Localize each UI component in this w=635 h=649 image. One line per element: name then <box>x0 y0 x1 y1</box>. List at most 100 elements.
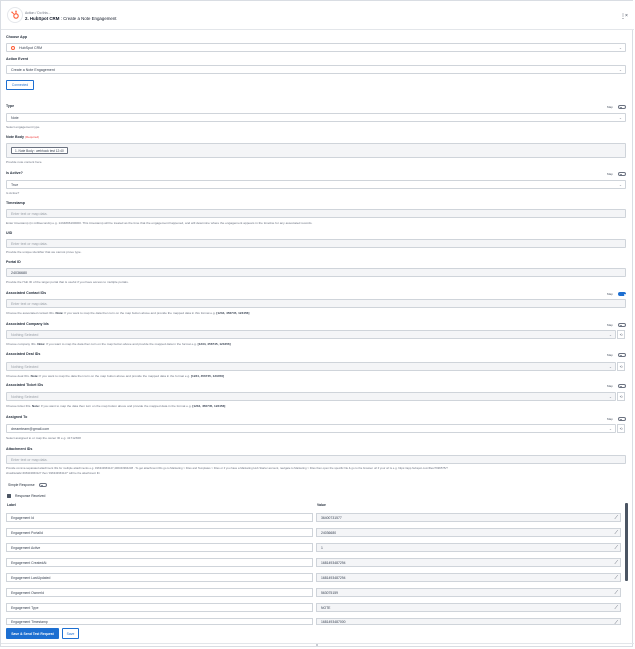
action-event-label: Action Event <box>6 57 28 61</box>
attachment-ids-help-2: showDetails=496343963127 then '496343963… <box>6 471 101 475</box>
map-toggle[interactable] <box>618 323 626 327</box>
table-row-label[interactable]: Engagement PortalId <box>6 528 313 537</box>
response-scrollbar[interactable] <box>625 503 628 581</box>
step-header[interactable]: Action / Do this... 2. HubSpot CRM : Cre… <box>1 1 634 30</box>
row-value-text: 36400731577 <box>321 515 342 520</box>
save-button[interactable]: Save <box>62 628 79 639</box>
step-event-name: Create a Note Engagement <box>63 16 117 21</box>
connected-button[interactable]: Connected <box>6 80 34 90</box>
is-active-select[interactable]: True ⌄ <box>6 180 626 189</box>
timestamp-label: Timestamp <box>6 201 25 205</box>
refresh-button[interactable]: ⟲ <box>617 362 625 371</box>
choose-app-label: Choose App <box>6 35 28 39</box>
table-row-label[interactable]: Engagement Active <box>6 543 313 552</box>
table-row-label[interactable]: Engagement OwnerId <box>6 588 313 597</box>
map-toggle[interactable] <box>618 105 626 109</box>
close-icon[interactable]: × <box>625 13 628 19</box>
help-note: Note: <box>31 404 40 408</box>
row-value-text: 1 <box>321 545 323 550</box>
portal-id-label: Portal ID <box>6 260 21 264</box>
resize-icon: ⟋ <box>614 590 618 596</box>
contact-ids-input[interactable]: Enter text or map data. <box>6 299 626 308</box>
row-value-text: 1681493487294 <box>321 560 346 565</box>
choose-app-select[interactable]: HubSpot CRM ⌄ <box>6 43 626 52</box>
portal-id-help: Provide the Hub ID of the target portal … <box>6 280 129 284</box>
row-value-text: 1681493487000 <box>321 619 346 624</box>
table-row-label[interactable]: Engagement LastUpdated <box>6 573 313 582</box>
step-title: 2. HubSpot CRM : Create a Note Engagemen… <box>25 16 117 21</box>
assigned-to-label: Assigned To <box>6 415 28 419</box>
portal-id-value: 24036680 <box>11 270 27 275</box>
table-row-label[interactable]: Engagement Id <box>6 513 313 522</box>
help-text: If you want to map the data then turn on… <box>40 404 192 408</box>
mapped-field-pill[interactable]: 1. Note Body : webhook test 12:40 <box>11 147 68 154</box>
map-label: Map <box>607 353 613 357</box>
choose-app-value: HubSpot CRM <box>19 45 43 50</box>
row-value-text: 563075159 <box>321 590 338 595</box>
help-text: Choose ticket IDs. <box>6 404 32 408</box>
note-body-help: Provide note content here. <box>6 160 43 164</box>
value-column-header: Value <box>317 503 326 507</box>
attachment-ids-input[interactable]: Enter text or map data. <box>6 455 626 464</box>
action-event-select[interactable]: Create a Note Engagement ⌄ <box>6 65 626 74</box>
resize-icon: ⟋ <box>614 605 618 611</box>
timestamp-input[interactable]: Enter text or map data. <box>6 209 626 218</box>
help-example: [1234, 456745, 123456] <box>190 374 224 378</box>
contact-ids-help: Choose the associated contact IDs. Note:… <box>6 311 249 315</box>
map-label: Map <box>607 417 613 421</box>
table-row-value[interactable]: 36400731577 ⟋ <box>316 513 621 522</box>
table-row-value[interactable]: 1681493487000 ⟋ <box>316 618 621 625</box>
assigned-to-select[interactable]: dreamteam@gmail.com ⌄ <box>6 424 616 433</box>
label-column-header: Label <box>7 503 16 507</box>
portal-id-input[interactable]: 24036680 <box>6 268 626 277</box>
table-row-value[interactable]: NOTE ⟋ <box>316 603 621 612</box>
type-label: Type <box>6 104 15 108</box>
uid-placeholder: Enter text or map data. <box>11 241 48 246</box>
company-ids-value: Nothing Selected <box>11 332 39 337</box>
table-row-value[interactable]: 1681493487294 ⟋ <box>316 573 621 582</box>
chevron-down-icon: ⌄ <box>618 68 622 72</box>
save-send-test-button[interactable]: Save & Send Test Request <box>6 628 59 639</box>
ticket-ids-value: Nothing Selected <box>11 394 39 399</box>
table-row-label[interactable]: Engagement CreatedAt <box>6 558 313 567</box>
company-ids-label: Associated Company Ids <box>6 322 49 326</box>
row-value-text: 1681493487294 <box>321 575 346 580</box>
map-toggle[interactable] <box>618 417 626 421</box>
type-select[interactable]: Note ⌄ <box>6 113 626 122</box>
help-text: Choose deal IDs. <box>6 374 30 378</box>
simple-response-toggle[interactable] <box>39 483 47 487</box>
note-body-label: Note Body (Required) <box>6 135 39 139</box>
table-row-label[interactable]: Engagement Type <box>6 603 313 612</box>
table-row-value[interactable]: 1 ⟋ <box>316 543 621 552</box>
refresh-button[interactable]: ⟲ <box>617 330 625 339</box>
row-value-text: 24036680 <box>321 530 337 535</box>
map-toggle[interactable] <box>618 292 626 296</box>
response-received-label: Response Received <box>15 494 46 498</box>
map-toggle[interactable] <box>618 384 626 388</box>
chevron-down-icon: ⌄ <box>608 333 612 337</box>
step-app-name: 2. HubSpot CRM <box>25 16 60 21</box>
table-row-label[interactable]: Engagement Timestamp <box>6 618 313 625</box>
timestamp-help: Enter timestamp (in milliseconds) e.g. 1… <box>6 221 313 225</box>
ticket-ids-select[interactable]: Nothing Selected ⌄ <box>6 392 616 401</box>
panel-resize-handle[interactable] <box>316 644 318 646</box>
deal-ids-select[interactable]: Nothing Selected ⌄ <box>6 362 616 371</box>
map-toggle[interactable] <box>618 172 626 176</box>
deal-ids-label: Associated Deal IDs <box>6 352 41 356</box>
company-ids-select[interactable]: Nothing Selected ⌄ <box>6 330 616 339</box>
help-text: If you want to map the data then turn on… <box>39 374 191 378</box>
row-value-text: NOTE <box>321 605 331 610</box>
refresh-button[interactable]: ⟲ <box>617 392 625 401</box>
refresh-button[interactable]: ⟲ <box>617 424 625 433</box>
note-body-input[interactable] <box>6 143 626 158</box>
map-label: Map <box>607 292 613 296</box>
table-row-value[interactable]: 24036680 ⟋ <box>316 528 621 537</box>
table-row-value[interactable]: 563075159 ⟋ <box>316 588 621 597</box>
response-received-checkbox[interactable] <box>7 494 11 498</box>
map-toggle[interactable] <box>618 353 626 357</box>
map-label: Map <box>607 172 613 176</box>
map-label: Map <box>607 323 613 327</box>
table-row-value[interactable]: 1681493487294 ⟋ <box>316 558 621 567</box>
assigned-to-help: Select assigned to or map the owner ID e… <box>6 436 81 440</box>
uid-input[interactable]: Enter text or map data. <box>6 239 626 248</box>
